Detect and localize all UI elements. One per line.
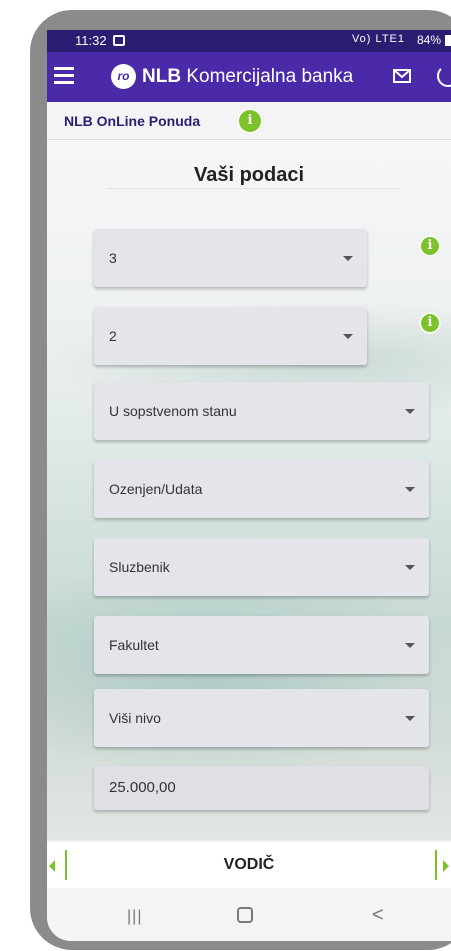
guide-right-divider [435,850,437,880]
bank-name-rest: Komercijalna banka [181,66,354,87]
mail-icon[interactable] [393,69,411,83]
dropdown-value: Sluzbenik [109,559,170,575]
status-bar: 11:32 Vo) LTE1 84% [47,30,451,52]
battery-level: 84% [416,33,441,47]
guide-label[interactable]: VODIČ [47,856,451,874]
dropdown-education[interactable]: Fakultet [94,616,429,674]
menu-icon[interactable] [54,67,74,85]
system-nav-bar: ||| < [47,888,451,941]
battery-icon [445,35,451,46]
dropdown-value: 2 [109,328,117,344]
caret-down-icon [343,334,353,339]
offer-header: NLB OnLine Ponuda i [47,102,451,140]
dropdown-value: 3 [109,250,117,266]
offer-title: NLB OnLine Ponuda [64,113,201,129]
caret-down-icon [405,716,415,721]
dropdown-value: Ozenjen/Udata [109,481,203,497]
bank-logo-icon: ro [111,64,136,89]
bank-name: NLB Komercijalna banka [142,66,353,88]
status-time: 11:32 [75,33,107,48]
logout-icon[interactable] [437,65,451,87]
dropdown-employment[interactable]: Sluzbenik [94,538,429,596]
app-bar: ro NLB Komercijalna banka [47,52,451,102]
dropdown-dependents[interactable]: 2 [94,307,367,365]
dropdown-value: Viši nivo [109,710,161,726]
guide-bar: VODIČ [47,842,451,888]
dropdown-value: Fakultet [109,637,159,653]
image-notification-icon [113,35,125,46]
info-icon[interactable]: i [237,108,263,134]
title-divider [107,188,399,189]
back-icon[interactable]: < [372,904,384,927]
caret-down-icon [405,565,415,570]
dropdown-position-level[interactable]: Viši nivo [94,689,429,747]
caret-down-icon [343,256,353,261]
dropdown-housing[interactable]: U sopstvenom stanu [94,382,429,440]
section-title: Vaši podaci [193,164,305,186]
bank-name-bold: NLB [142,66,182,87]
home-icon[interactable] [237,907,253,923]
caret-down-icon [405,487,415,492]
phone-screen: 11:32 Vo) LTE1 84% ro NLB Komercijalna b… [47,30,451,941]
caret-down-icon [405,409,415,414]
recent-apps-icon[interactable]: ||| [127,908,142,926]
dropdown-household-members[interactable]: 3 [94,229,367,287]
dropdown-value: U sopstvenom stanu [109,403,237,419]
info-icon[interactable]: i [419,235,441,257]
signal-icons: Vo) LTE1 [351,33,405,45]
info-icon[interactable]: i [419,312,441,334]
caret-down-icon [405,643,415,648]
dropdown-marital-status[interactable]: Ozenjen/Udata [94,460,429,518]
guide-next-arrow-icon[interactable] [443,860,449,872]
input-value: 25.000,00 [109,779,176,796]
income-input[interactable]: 25.000,00 [94,766,429,810]
